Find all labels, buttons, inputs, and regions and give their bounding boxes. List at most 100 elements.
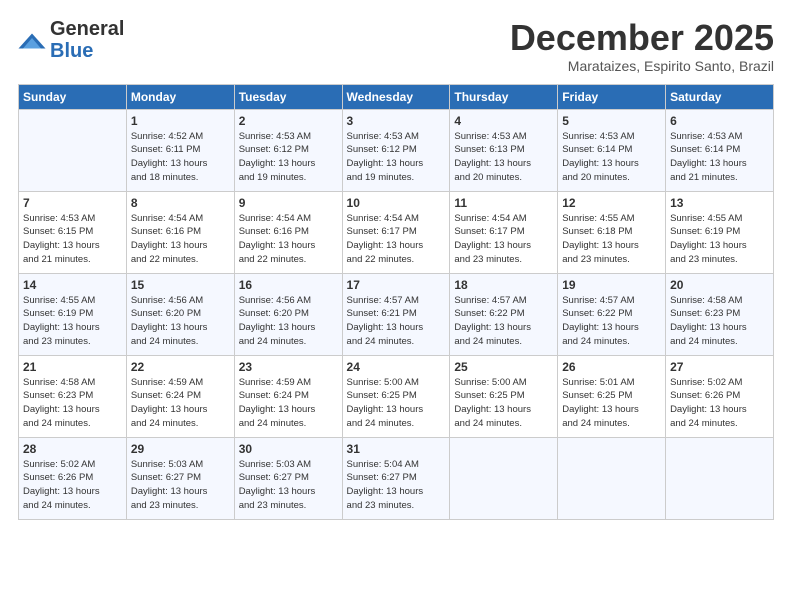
cell-3-2: 23 Sunrise: 4:59 AM Sunset: 6:24 PM Dayli… [234, 355, 342, 437]
cell-info: Sunrise: 4:54 AM Sunset: 6:16 PM Dayligh… [131, 212, 230, 267]
cell-info: Sunrise: 4:53 AM Sunset: 6:14 PM Dayligh… [562, 130, 661, 185]
cell-info: Sunrise: 5:03 AM Sunset: 6:27 PM Dayligh… [131, 458, 230, 513]
day-number: 28 [23, 442, 122, 456]
cell-0-2: 2Sunrise: 4:53 AM Sunset: 6:12 PM Daylig… [234, 109, 342, 191]
col-wednesday: Wednesday [342, 84, 450, 109]
day-number: 25 [454, 360, 553, 374]
cell-2-3: 17 Sunrise: 4:57 AM Sunset: 6:21 PM Dayli… [342, 273, 450, 355]
day-number: 7 [23, 196, 122, 210]
cell-0-1: 1 Sunrise: 4:52 AM Sunset: 6:11 PM Daylig… [126, 109, 234, 191]
day-number: 27 [670, 360, 769, 374]
day-number: 24 [347, 360, 446, 374]
cell-3-6: 27Sunrise: 5:02 AM Sunset: 6:26 PM Dayli… [666, 355, 774, 437]
cell-1-3: 10Sunrise: 4:54 AM Sunset: 6:17 PM Dayli… [342, 191, 450, 273]
month-title: December 2025 [510, 18, 774, 58]
col-sunday: Sunday [19, 84, 127, 109]
day-number: 26 [562, 360, 661, 374]
cell-info: Sunrise: 4:59 AM Sunset: 6:24 PM Dayligh… [131, 376, 230, 431]
logo-icon [18, 32, 46, 50]
day-number: 6 [670, 114, 769, 128]
day-number: 5 [562, 114, 661, 128]
col-tuesday: Tuesday [234, 84, 342, 109]
title-block: December 2025 Marataizes, Espirito Santo… [510, 18, 774, 74]
day-number: 18 [454, 278, 553, 292]
cell-3-1: 22 Sunrise: 4:59 AM Sunset: 6:24 PM Dayli… [126, 355, 234, 437]
header-row: Sunday Monday Tuesday Wednesday Thursday… [19, 84, 774, 109]
week-row-3: 21Sunrise: 4:58 AM Sunset: 6:23 PM Dayli… [19, 355, 774, 437]
cell-info: Sunrise: 4:53 AM Sunset: 6:12 PM Dayligh… [347, 130, 446, 185]
day-number: 17 [347, 278, 446, 292]
day-number: 8 [131, 196, 230, 210]
day-number: 12 [562, 196, 661, 210]
cell-4-3: 31 Sunrise: 5:04 AM Sunset: 6:27 PM Dayli… [342, 437, 450, 519]
day-number: 20 [670, 278, 769, 292]
day-number: 2 [239, 114, 338, 128]
day-number: 30 [239, 442, 338, 456]
cell-info: Sunrise: 4:53 AM Sunset: 6:13 PM Dayligh… [454, 130, 553, 185]
cell-2-0: 14 Sunrise: 4:55 AM Sunset: 6:19 PM Dayli… [19, 273, 127, 355]
day-number: 1 [131, 114, 230, 128]
cell-0-4: 4Sunrise: 4:53 AM Sunset: 6:13 PM Daylig… [450, 109, 558, 191]
day-number: 19 [562, 278, 661, 292]
col-thursday: Thursday [450, 84, 558, 109]
cell-1-0: 7 Sunrise: 4:53 AM Sunset: 6:15 PM Daylig… [19, 191, 127, 273]
cell-info: Sunrise: 4:52 AM Sunset: 6:11 PM Dayligh… [131, 130, 230, 185]
cell-4-5 [558, 437, 666, 519]
page: General Blue December 2025 Marataizes, E… [0, 0, 792, 612]
week-row-4: 28Sunrise: 5:02 AM Sunset: 6:26 PM Dayli… [19, 437, 774, 519]
week-row-0: 1 Sunrise: 4:52 AM Sunset: 6:11 PM Daylig… [19, 109, 774, 191]
col-saturday: Saturday [666, 84, 774, 109]
cell-2-2: 16Sunrise: 4:56 AM Sunset: 6:20 PM Dayli… [234, 273, 342, 355]
cell-info: Sunrise: 4:59 AM Sunset: 6:24 PM Dayligh… [239, 376, 338, 431]
day-number: 22 [131, 360, 230, 374]
cell-info: Sunrise: 4:57 AM Sunset: 6:22 PM Dayligh… [562, 294, 661, 349]
cell-2-4: 18 Sunrise: 4:57 AM Sunset: 6:22 PM Dayli… [450, 273, 558, 355]
day-number: 15 [131, 278, 230, 292]
cell-2-5: 19 Sunrise: 4:57 AM Sunset: 6:22 PM Dayli… [558, 273, 666, 355]
cell-2-1: 15 Sunrise: 4:56 AM Sunset: 6:20 PM Dayli… [126, 273, 234, 355]
cell-1-5: 12 Sunrise: 4:55 AM Sunset: 6:18 PM Dayli… [558, 191, 666, 273]
cell-info: Sunrise: 4:54 AM Sunset: 6:16 PM Dayligh… [239, 212, 338, 267]
day-number: 29 [131, 442, 230, 456]
cell-info: Sunrise: 4:53 AM Sunset: 6:15 PM Dayligh… [23, 212, 122, 267]
cell-info: Sunrise: 4:58 AM Sunset: 6:23 PM Dayligh… [670, 294, 769, 349]
day-number: 16 [239, 278, 338, 292]
cell-1-1: 8 Sunrise: 4:54 AM Sunset: 6:16 PM Daylig… [126, 191, 234, 273]
day-number: 11 [454, 196, 553, 210]
cell-4-0: 28Sunrise: 5:02 AM Sunset: 6:26 PM Dayli… [19, 437, 127, 519]
cell-info: Sunrise: 4:56 AM Sunset: 6:20 PM Dayligh… [131, 294, 230, 349]
cell-info: Sunrise: 4:54 AM Sunset: 6:17 PM Dayligh… [454, 212, 553, 267]
subtitle: Marataizes, Espirito Santo, Brazil [510, 58, 774, 74]
cell-4-1: 29 Sunrise: 5:03 AM Sunset: 6:27 PM Dayli… [126, 437, 234, 519]
cell-info: Sunrise: 5:04 AM Sunset: 6:27 PM Dayligh… [347, 458, 446, 513]
cell-2-6: 20 Sunrise: 4:58 AM Sunset: 6:23 PM Dayli… [666, 273, 774, 355]
cell-0-3: 3 Sunrise: 4:53 AM Sunset: 6:12 PM Daylig… [342, 109, 450, 191]
cell-info: Sunrise: 4:55 AM Sunset: 6:19 PM Dayligh… [23, 294, 122, 349]
cell-3-0: 21Sunrise: 4:58 AM Sunset: 6:23 PM Dayli… [19, 355, 127, 437]
cell-1-6: 13 Sunrise: 4:55 AM Sunset: 6:19 PM Dayli… [666, 191, 774, 273]
col-friday: Friday [558, 84, 666, 109]
day-number: 23 [239, 360, 338, 374]
cell-4-4 [450, 437, 558, 519]
day-number: 9 [239, 196, 338, 210]
cell-info: Sunrise: 4:57 AM Sunset: 6:21 PM Dayligh… [347, 294, 446, 349]
day-number: 31 [347, 442, 446, 456]
cell-info: Sunrise: 4:57 AM Sunset: 6:22 PM Dayligh… [454, 294, 553, 349]
day-number: 10 [347, 196, 446, 210]
cell-1-2: 9 Sunrise: 4:54 AM Sunset: 6:16 PM Daylig… [234, 191, 342, 273]
day-number: 3 [347, 114, 446, 128]
week-row-2: 14 Sunrise: 4:55 AM Sunset: 6:19 PM Dayli… [19, 273, 774, 355]
cell-info: Sunrise: 5:01 AM Sunset: 6:25 PM Dayligh… [562, 376, 661, 431]
logo: General Blue [18, 18, 124, 62]
cell-3-5: 26 Sunrise: 5:01 AM Sunset: 6:25 PM Dayli… [558, 355, 666, 437]
header: General Blue December 2025 Marataizes, E… [18, 18, 774, 74]
cell-info: Sunrise: 4:55 AM Sunset: 6:19 PM Dayligh… [670, 212, 769, 267]
day-number: 14 [23, 278, 122, 292]
logo-text: General Blue [50, 18, 124, 62]
cell-info: Sunrise: 5:00 AM Sunset: 6:25 PM Dayligh… [454, 376, 553, 431]
cell-0-5: 5 Sunrise: 4:53 AM Sunset: 6:14 PM Daylig… [558, 109, 666, 191]
cell-info: Sunrise: 4:55 AM Sunset: 6:18 PM Dayligh… [562, 212, 661, 267]
day-number: 13 [670, 196, 769, 210]
week-row-1: 7 Sunrise: 4:53 AM Sunset: 6:15 PM Daylig… [19, 191, 774, 273]
cell-info: Sunrise: 4:53 AM Sunset: 6:14 PM Dayligh… [670, 130, 769, 185]
